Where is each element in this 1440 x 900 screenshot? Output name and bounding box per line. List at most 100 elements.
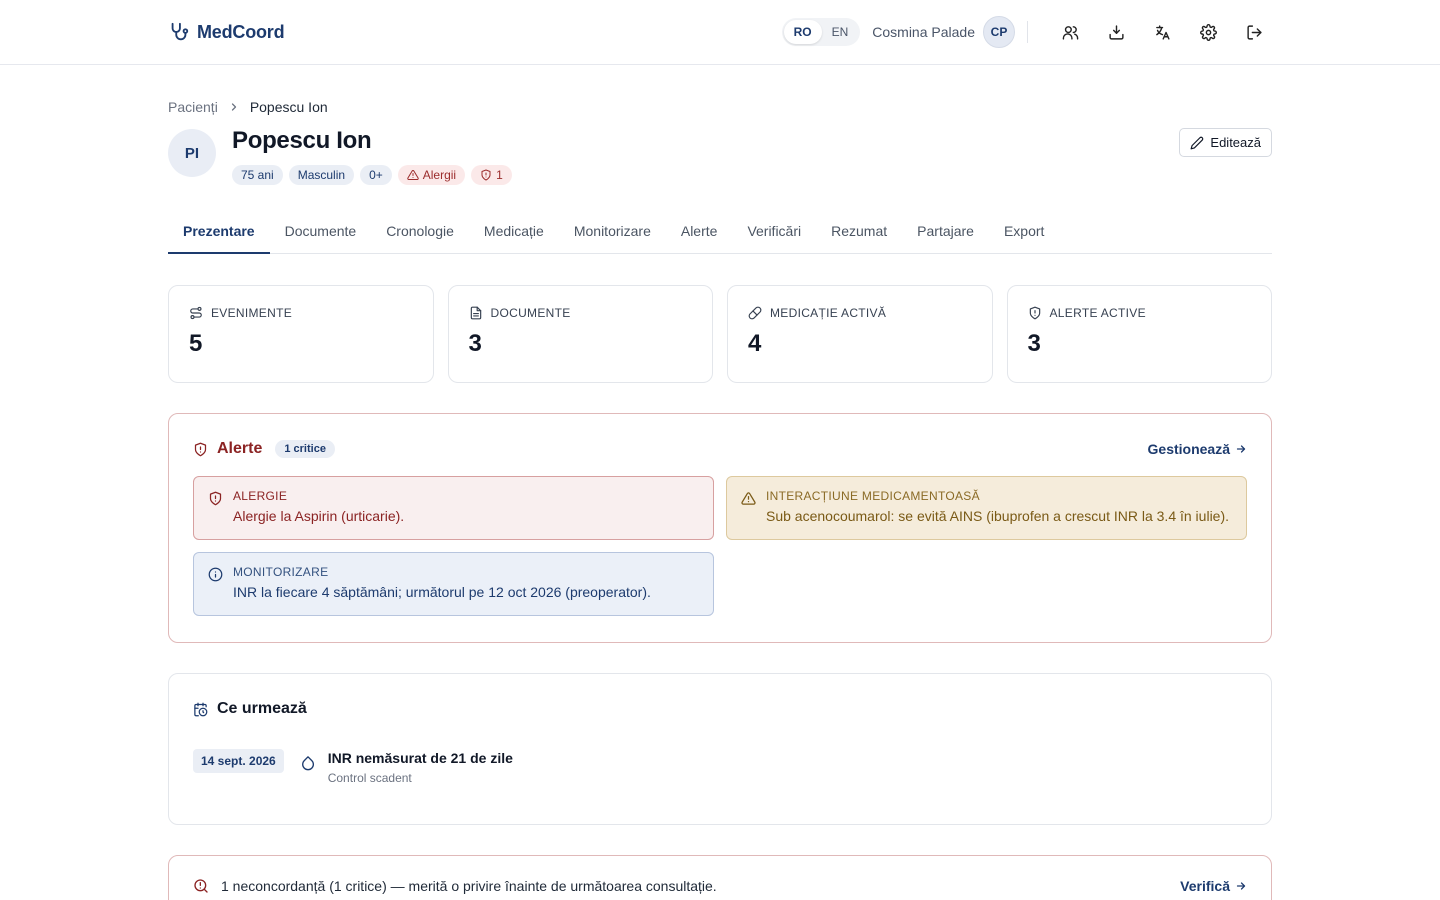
warning-icon [741, 492, 756, 505]
alert-interaction[interactable]: INTERACȚIUNE MEDICAMENTOASĂ Sub acenocou… [726, 476, 1247, 540]
alert-type: MONITORIZARE [233, 565, 329, 579]
verify-link[interactable]: Verifică [1180, 878, 1247, 894]
upcoming-date: 14 sept. 2026 [193, 749, 284, 773]
brand-name: MedCoord [197, 21, 285, 42]
alert-text: Alergie la Aspirin (urticarie). [233, 508, 405, 524]
translate-icon [1155, 24, 1170, 40]
lang-en-button[interactable]: EN [822, 20, 859, 44]
chevron-right-icon [231, 103, 236, 111]
logout-button[interactable] [1236, 14, 1272, 50]
shield-alert-icon [481, 169, 491, 181]
allergy-badge: Alergii [397, 165, 466, 185]
alerts-title: Alerte 1 critice [193, 440, 335, 458]
alerts-panel: Alerte 1 critice Gestionează ALERGIE Ale… [168, 413, 1272, 643]
stat-value: 3 [468, 330, 482, 357]
alerts-count-badge: 1 [471, 165, 512, 185]
stat-label: MEDICAȚIE ACTIVĂ [770, 306, 887, 320]
alert-text: Sub acenocoumarol: se evită AINS (ibupro… [766, 508, 1230, 524]
manage-alerts-link[interactable]: Gestionează [1148, 441, 1247, 457]
tab-medicatie[interactable]: Medicație [469, 213, 559, 253]
info-icon [208, 567, 223, 582]
user-avatar[interactable]: CP [983, 16, 1015, 48]
upcoming-item-subtitle: Control scadent [327, 771, 412, 785]
tab-bar: Prezentare Documente Cronologie Medicați… [168, 213, 1272, 254]
users-button[interactable] [1052, 14, 1088, 50]
gear-icon [1199, 23, 1217, 41]
alert-monitoring[interactable]: MONITORIZARE INR la fiecare 4 săptămâni;… [193, 552, 714, 616]
shield-alert-icon [209, 491, 222, 506]
tab-documente[interactable]: Documente [270, 213, 372, 253]
discrepancy-text: 1 neconcordanță (1 critice) — merită o p… [221, 878, 717, 894]
stat-label: EVENIMENTE [211, 306, 293, 320]
alert-type: INTERACȚIUNE MEDICAMENTOASĂ [766, 489, 980, 503]
tab-cronologie[interactable]: Cronologie [371, 213, 469, 253]
allergy-badge-label: Alergii [422, 168, 457, 182]
tab-prezentare[interactable]: Prezentare [168, 213, 270, 254]
warning-icon [407, 169, 419, 180]
patient-avatar: PI [168, 129, 216, 177]
upcoming-title-text: Ce urmează [217, 700, 307, 717]
tab-partajare[interactable]: Partajare [902, 213, 989, 253]
shield-alert-icon [1029, 306, 1040, 320]
users-icon [1062, 25, 1078, 40]
pencil-icon [1190, 136, 1204, 149]
tab-rezumat[interactable]: Rezumat [816, 213, 902, 253]
manage-alerts-label: Gestionează [1147, 441, 1230, 457]
document-icon [470, 306, 481, 320]
shield-alert-icon [194, 442, 207, 456]
alerts-count-label: 1 [496, 168, 503, 182]
patient-header: PI Popescu Ion 75 ani Masculin 0+ Alergi… [168, 127, 1272, 185]
download-button[interactable] [1098, 14, 1134, 50]
edit-button[interactable]: Editează [1179, 128, 1272, 157]
language-switch: RO EN [781, 18, 861, 46]
upcoming-panel: Ce urmează 14 sept. 2026 INR nemăsurat d… [168, 673, 1272, 825]
stat-value: 4 [748, 330, 762, 357]
divider [1027, 21, 1028, 43]
calendar-clock-icon [194, 702, 208, 716]
stat-value: 3 [1027, 330, 1041, 357]
route-icon [190, 306, 202, 320]
user-name: Cosmina Palade [872, 24, 975, 40]
stethoscope-icon [171, 22, 189, 41]
settings-button[interactable] [1190, 14, 1226, 50]
stat-label: DOCUMENTE [490, 306, 571, 320]
alert-type: ALERGIE [233, 489, 288, 503]
verify-link-label: Verifică [1180, 878, 1230, 894]
alert-allergy[interactable]: ALERGIE Alergie la Aspirin (urticarie). [193, 476, 714, 540]
tab-export[interactable]: Export [989, 213, 1059, 253]
tab-alerte[interactable]: Alerte [666, 213, 733, 253]
alert-text: INR la fiecare 4 săptămâni; următorul pe… [233, 584, 651, 600]
stat-card-events[interactable]: EVENIMENTE 5 [168, 285, 434, 383]
search-alert-icon [194, 879, 208, 893]
arrow-right-icon [1236, 445, 1246, 453]
patient-name: Popescu Ion [232, 127, 372, 154]
main-content: Pacienți Popescu Ion PI Popescu Ion 75 a… [0, 99, 1440, 900]
arrow-right-icon [1236, 882, 1246, 890]
lang-ro-button[interactable]: RO [783, 20, 822, 44]
blood-type-badge: 0+ [360, 165, 392, 185]
upcoming-item[interactable]: 14 sept. 2026 INR nemăsurat de 21 de zil… [193, 749, 1247, 785]
brand-logo[interactable]: MedCoord [168, 21, 285, 43]
download-icon [1108, 24, 1124, 40]
upcoming-title: Ce urmează [193, 700, 1247, 718]
stat-value: 5 [189, 330, 203, 357]
upcoming-item-title: INR nemăsurat de 21 de zile [327, 750, 513, 766]
discrepancy-banner: 1 neconcordanță (1 critice) — merită o p… [168, 855, 1272, 900]
droplet-icon [301, 756, 314, 771]
logout-icon [1246, 24, 1262, 40]
alerts-title-text: Alerte [217, 440, 263, 457]
stat-card-documents[interactable]: DOCUMENTE 3 [447, 285, 713, 383]
critical-count-pill: 1 critice [275, 440, 335, 458]
age-badge: 75 ani [232, 165, 283, 185]
pill-icon [748, 306, 762, 320]
breadcrumb: Pacienți Popescu Ion [168, 99, 1272, 115]
stat-card-medication[interactable]: MEDICAȚIE ACTIVĂ 4 [727, 285, 993, 383]
sex-badge: Masculin [288, 165, 355, 185]
header-actions: RO EN Cosmina Palade CP [781, 14, 1272, 50]
stat-card-alerts[interactable]: ALERTE ACTIVE 3 [1006, 285, 1272, 383]
tab-verificari[interactable]: Verificări [732, 213, 816, 253]
breadcrumb-patients-link[interactable]: Pacienți [168, 99, 218, 115]
top-bar: MedCoord RO EN Cosmina Palade CP [0, 0, 1440, 65]
tab-monitorizare[interactable]: Monitorizare [559, 213, 666, 253]
translate-button[interactable] [1144, 14, 1180, 50]
